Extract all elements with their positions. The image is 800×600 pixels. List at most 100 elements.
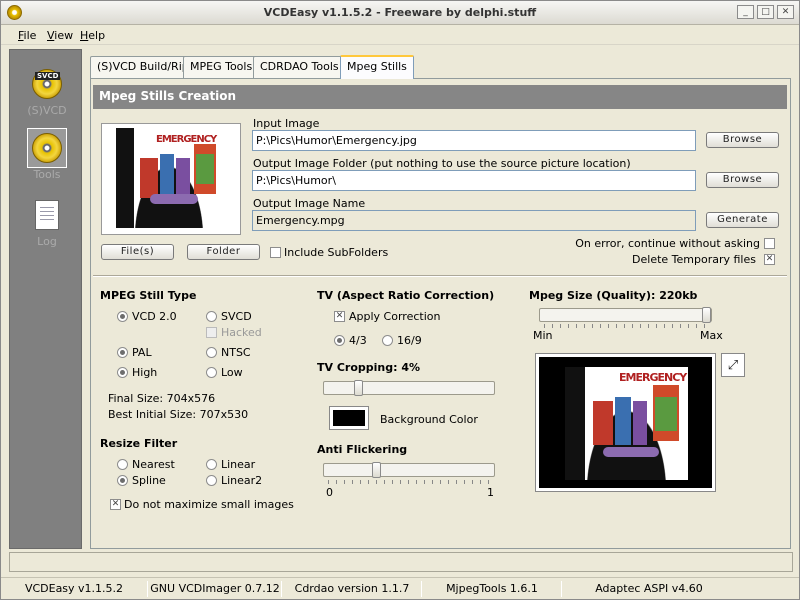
radio-svcd-label: SVCD: [221, 310, 252, 323]
input-image-field[interactable]: P:\Pics\Humor\Emergency.jpg: [252, 130, 696, 151]
include-subfolders-label: Include SubFolders: [284, 246, 389, 259]
anti-flickering-ticks: [328, 480, 490, 484]
radio-16-9[interactable]: [382, 335, 393, 346]
status-vcdimager: GNU VCDImager 0.7.12: [150, 582, 280, 595]
mpeg-size-max-label: Max: [700, 329, 723, 342]
apply-correction-checkbox[interactable]: ✕: [334, 311, 345, 322]
background-color-label: Background Color: [380, 413, 478, 426]
section-title: Mpeg Stills Creation: [93, 85, 787, 109]
radio-vcd20-label: VCD 2.0: [132, 310, 177, 323]
generate-button[interactable]: Generate: [706, 212, 779, 228]
include-subfolders-checkbox[interactable]: [270, 247, 281, 258]
output-folder-label: Output Image Folder (put nothing to use …: [253, 157, 631, 170]
menu-help[interactable]: Help: [80, 29, 105, 42]
menu-bar: File View Help: [1, 25, 799, 45]
anti-flickering-min-label: 0: [326, 486, 333, 499]
tab-cdrdao-tools[interactable]: CDRDAO Tools: [253, 56, 346, 78]
anti-flickering-title: Anti Flickering: [317, 443, 408, 456]
on-error-label: On error, continue without asking: [575, 237, 760, 250]
anti-flickering-slider[interactable]: [323, 462, 495, 478]
tab-mpeg-tools[interactable]: MPEG Tools: [183, 56, 260, 78]
radio-linear[interactable]: [206, 459, 217, 470]
output-name-field[interactable]: Emergency.mpg: [252, 210, 696, 231]
hacked-label: Hacked: [221, 326, 262, 339]
radio-svcd[interactable]: [206, 311, 217, 322]
mpeg-size-ticks: [544, 324, 707, 328]
log-document-icon: [35, 200, 59, 230]
output-preview: EMERGENCY: [535, 353, 716, 492]
tv-cropping-slider-thumb[interactable]: [354, 380, 363, 396]
sidebar-item-svcd[interactable]: SVCD (S)VCD: [27, 64, 67, 117]
tv-cropping-title: TV Cropping: 4%: [317, 361, 421, 374]
status-aspi: Adaptec ASPI v4.60: [595, 582, 703, 595]
mpeg-size-slider-thumb[interactable]: [702, 307, 711, 323]
thumb-caption: EMERGENCY: [156, 134, 217, 145]
status-mjpegtools: MjpegTools 1.6.1: [446, 582, 538, 595]
mpeg-size-title: Mpeg Size (Quality): 220kb: [529, 289, 698, 302]
minimize-button[interactable]: _: [737, 5, 754, 19]
radio-4-3-label: 4/3: [349, 334, 367, 347]
sidebar-item-label: Log: [37, 235, 57, 248]
svcd-disc-icon: SVCD: [32, 69, 62, 99]
resize-filter-title: Resize Filter: [100, 437, 178, 450]
radio-pal-label: PAL: [132, 346, 152, 359]
tv-aspect-title: TV (Aspect Ratio Correction): [317, 289, 495, 302]
maximize-button[interactable]: □: [757, 5, 774, 19]
anti-flickering-slider-thumb[interactable]: [372, 462, 381, 478]
status-cdrdao: Cdrdao version 1.1.7: [294, 582, 410, 595]
no-maximize-checkbox[interactable]: ✕: [110, 499, 121, 510]
radio-nearest-label: Nearest: [132, 458, 175, 471]
files-button[interactable]: File(s): [101, 244, 174, 260]
radio-spline[interactable]: [117, 475, 128, 486]
sidebar: SVCD (S)VCD Tools Log: [9, 49, 82, 549]
menu-view[interactable]: View: [47, 29, 73, 42]
divider: [93, 275, 787, 277]
sidebar-item-log[interactable]: Log: [27, 195, 67, 248]
radio-spline-label: Spline: [132, 474, 166, 487]
input-image-thumbnail: EMERGENCY: [101, 123, 241, 235]
sidebar-item-label: Tools: [33, 168, 61, 181]
radio-high-label: High: [132, 366, 158, 379]
sidebar-item-label: (S)VCD: [27, 104, 67, 117]
browse-input-button[interactable]: Browse: [706, 132, 779, 148]
radio-pal[interactable]: [117, 347, 128, 358]
folder-button[interactable]: Folder: [187, 244, 260, 260]
radio-nearest[interactable]: [117, 459, 128, 470]
status-vcdeasy: VCDEasy v1.1.5.2: [24, 582, 124, 595]
expand-icon[interactable]: ⤢: [721, 353, 745, 377]
delete-temp-label: Delete Temporary files: [632, 253, 756, 266]
radio-4-3[interactable]: [334, 335, 345, 346]
mpeg-size-slider[interactable]: [539, 307, 712, 323]
menu-file[interactable]: File: [18, 29, 36, 42]
progress-bar: [9, 552, 793, 572]
preview-caption: EMERGENCY: [619, 371, 687, 384]
final-size-text: Final Size: 704x576: [108, 392, 216, 405]
tools-disc-icon: [32, 133, 62, 163]
radio-linear2-label: Linear2: [221, 474, 263, 487]
on-error-checkbox[interactable]: [764, 238, 775, 249]
no-maximize-label: Do not maximize small images: [124, 498, 294, 511]
title-bar[interactable]: VCDEasy v1.1.5.2 - Freeware by delphi.st…: [1, 1, 799, 25]
delete-temp-checkbox[interactable]: ✕: [764, 254, 775, 265]
tab-svcd-build-rip[interactable]: (S)VCD Build/Rip: [90, 56, 196, 78]
sidebar-item-tools[interactable]: Tools: [27, 128, 67, 181]
output-folder-field[interactable]: P:\Pics\Humor\: [252, 170, 696, 191]
radio-vcd20[interactable]: [117, 311, 128, 322]
radio-high[interactable]: [117, 367, 128, 378]
status-bar: VCDEasy v1.1.5.2 GNU VCDImager 0.7.12 Cd…: [1, 577, 799, 599]
close-button[interactable]: ✕: [777, 5, 794, 19]
best-initial-size-text: Best Initial Size: 707x530: [108, 408, 249, 421]
radio-ntsc-label: NTSC: [221, 346, 251, 359]
radio-low[interactable]: [206, 367, 217, 378]
radio-low-label: Low: [221, 366, 243, 379]
radio-linear-label: Linear: [221, 458, 256, 471]
hacked-checkbox[interactable]: [206, 327, 217, 338]
tv-cropping-slider[interactable]: [323, 380, 495, 396]
tab-mpeg-stills[interactable]: Mpeg Stills: [340, 55, 414, 79]
background-color-swatch[interactable]: [329, 406, 369, 430]
radio-ntsc[interactable]: [206, 347, 217, 358]
window-title: VCDEasy v1.1.5.2 - Freeware by delphi.st…: [263, 6, 537, 19]
radio-linear2[interactable]: [206, 475, 217, 486]
anti-flickering-max-label: 1: [487, 486, 494, 499]
browse-output-button[interactable]: Browse: [706, 172, 779, 188]
